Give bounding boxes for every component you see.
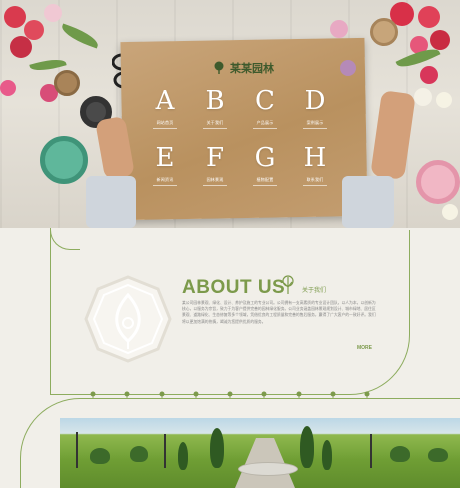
brand-name: 某某园林	[230, 62, 274, 75]
tulip-decoration	[44, 4, 62, 22]
nav-label: 植物配置	[256, 177, 274, 182]
nav-letter: E	[155, 143, 175, 173]
about-subtitle: 关于我们	[302, 288, 327, 294]
nav-item-c[interactable]: C 产品展示	[240, 86, 290, 129]
divider	[203, 185, 227, 186]
nav-item-e[interactable]: E 新闻资讯	[140, 143, 190, 186]
nav-item-h[interactable]: H 联系我们	[290, 143, 340, 186]
nav-label: 案例展示	[306, 120, 324, 125]
divider	[153, 128, 177, 129]
nav-letter: A	[155, 86, 175, 116]
nav-letter: H	[303, 143, 327, 173]
tulip-decoration	[330, 20, 348, 38]
nav-letter: B	[205, 86, 225, 116]
round-tree	[390, 446, 410, 462]
nav-label: 园林景观	[206, 177, 224, 182]
round-tree	[90, 448, 110, 464]
twine-spool	[54, 70, 80, 96]
hedge-tree	[178, 442, 188, 470]
lamp-post	[76, 432, 78, 468]
divider	[253, 185, 277, 186]
nav-label: 新闻资讯	[156, 177, 174, 182]
divider	[303, 185, 327, 186]
ribbon-spool	[40, 136, 88, 184]
divider	[303, 128, 327, 129]
divider	[153, 185, 177, 186]
leaf-emblem-icon	[84, 275, 172, 363]
tulip-decoration	[10, 36, 32, 58]
fountain	[238, 462, 298, 476]
nav-label: 产品展示	[256, 120, 274, 125]
nav-item-g[interactable]: G 植物配置	[240, 143, 290, 186]
left-sleeve	[86, 176, 136, 228]
brand-logo[interactable]: 某某园林	[212, 60, 274, 76]
round-tree	[130, 446, 148, 462]
hedge-tree	[300, 426, 314, 468]
nav-label: 联系我们	[306, 177, 324, 182]
tulip-decoration	[430, 30, 450, 50]
divider	[253, 128, 277, 129]
nav-label: 关于我们	[206, 120, 224, 125]
lamp-post	[370, 434, 372, 468]
right-sleeve	[342, 176, 394, 228]
tree-divider	[90, 385, 370, 399]
daisy-decoration	[414, 88, 432, 106]
nav-letter: G	[254, 143, 276, 173]
nav-item-d[interactable]: D 案例展示	[290, 86, 340, 129]
tulip-decoration	[420, 66, 438, 84]
garden-photo[interactable]	[60, 418, 460, 488]
nav-item-f[interactable]: F 园林景观	[190, 143, 240, 186]
about-description: 某公司园林景观、绿化、设计、养护及施工的专业公司。公司拥有一支高素质的专业设计团…	[182, 301, 376, 324]
divider	[203, 128, 227, 129]
hero-navigation: A 网站首页 B 关于我们 C 产品展示 D 案例展示 E 新闻资讯 F 园林景观 G 植物配…	[140, 86, 340, 186]
tulip-decoration	[0, 80, 16, 96]
tulip-decoration	[4, 6, 26, 28]
lamp-post	[164, 434, 166, 468]
tulip-decoration	[418, 6, 440, 28]
twine-spool	[370, 18, 398, 46]
tulip-decoration	[340, 60, 356, 76]
nav-letter: C	[255, 86, 275, 116]
ribbon-spool	[416, 160, 460, 204]
nav-letter: F	[205, 143, 225, 173]
daisy-decoration	[442, 204, 458, 220]
tree-logo-icon	[214, 61, 224, 74]
daisy-decoration	[436, 92, 452, 108]
hedge-tree	[210, 428, 224, 468]
round-tree	[428, 448, 448, 462]
tree-icon	[282, 275, 294, 294]
hedge-tree	[322, 440, 332, 470]
more-link[interactable]: MORE	[357, 345, 372, 351]
nav-letter: D	[304, 86, 326, 116]
nav-item-b[interactable]: B 关于我们	[190, 86, 240, 129]
hero-banner: 某某园林 A 网站首页 B 关于我们 C 产品展示 D 案例展示 E 新闻资讯 F 园林景观…	[0, 0, 460, 228]
nav-label: 网站首页	[156, 120, 174, 125]
about-title: ABOUT US	[182, 277, 286, 298]
nav-item-a[interactable]: A 网站首页	[140, 86, 190, 129]
